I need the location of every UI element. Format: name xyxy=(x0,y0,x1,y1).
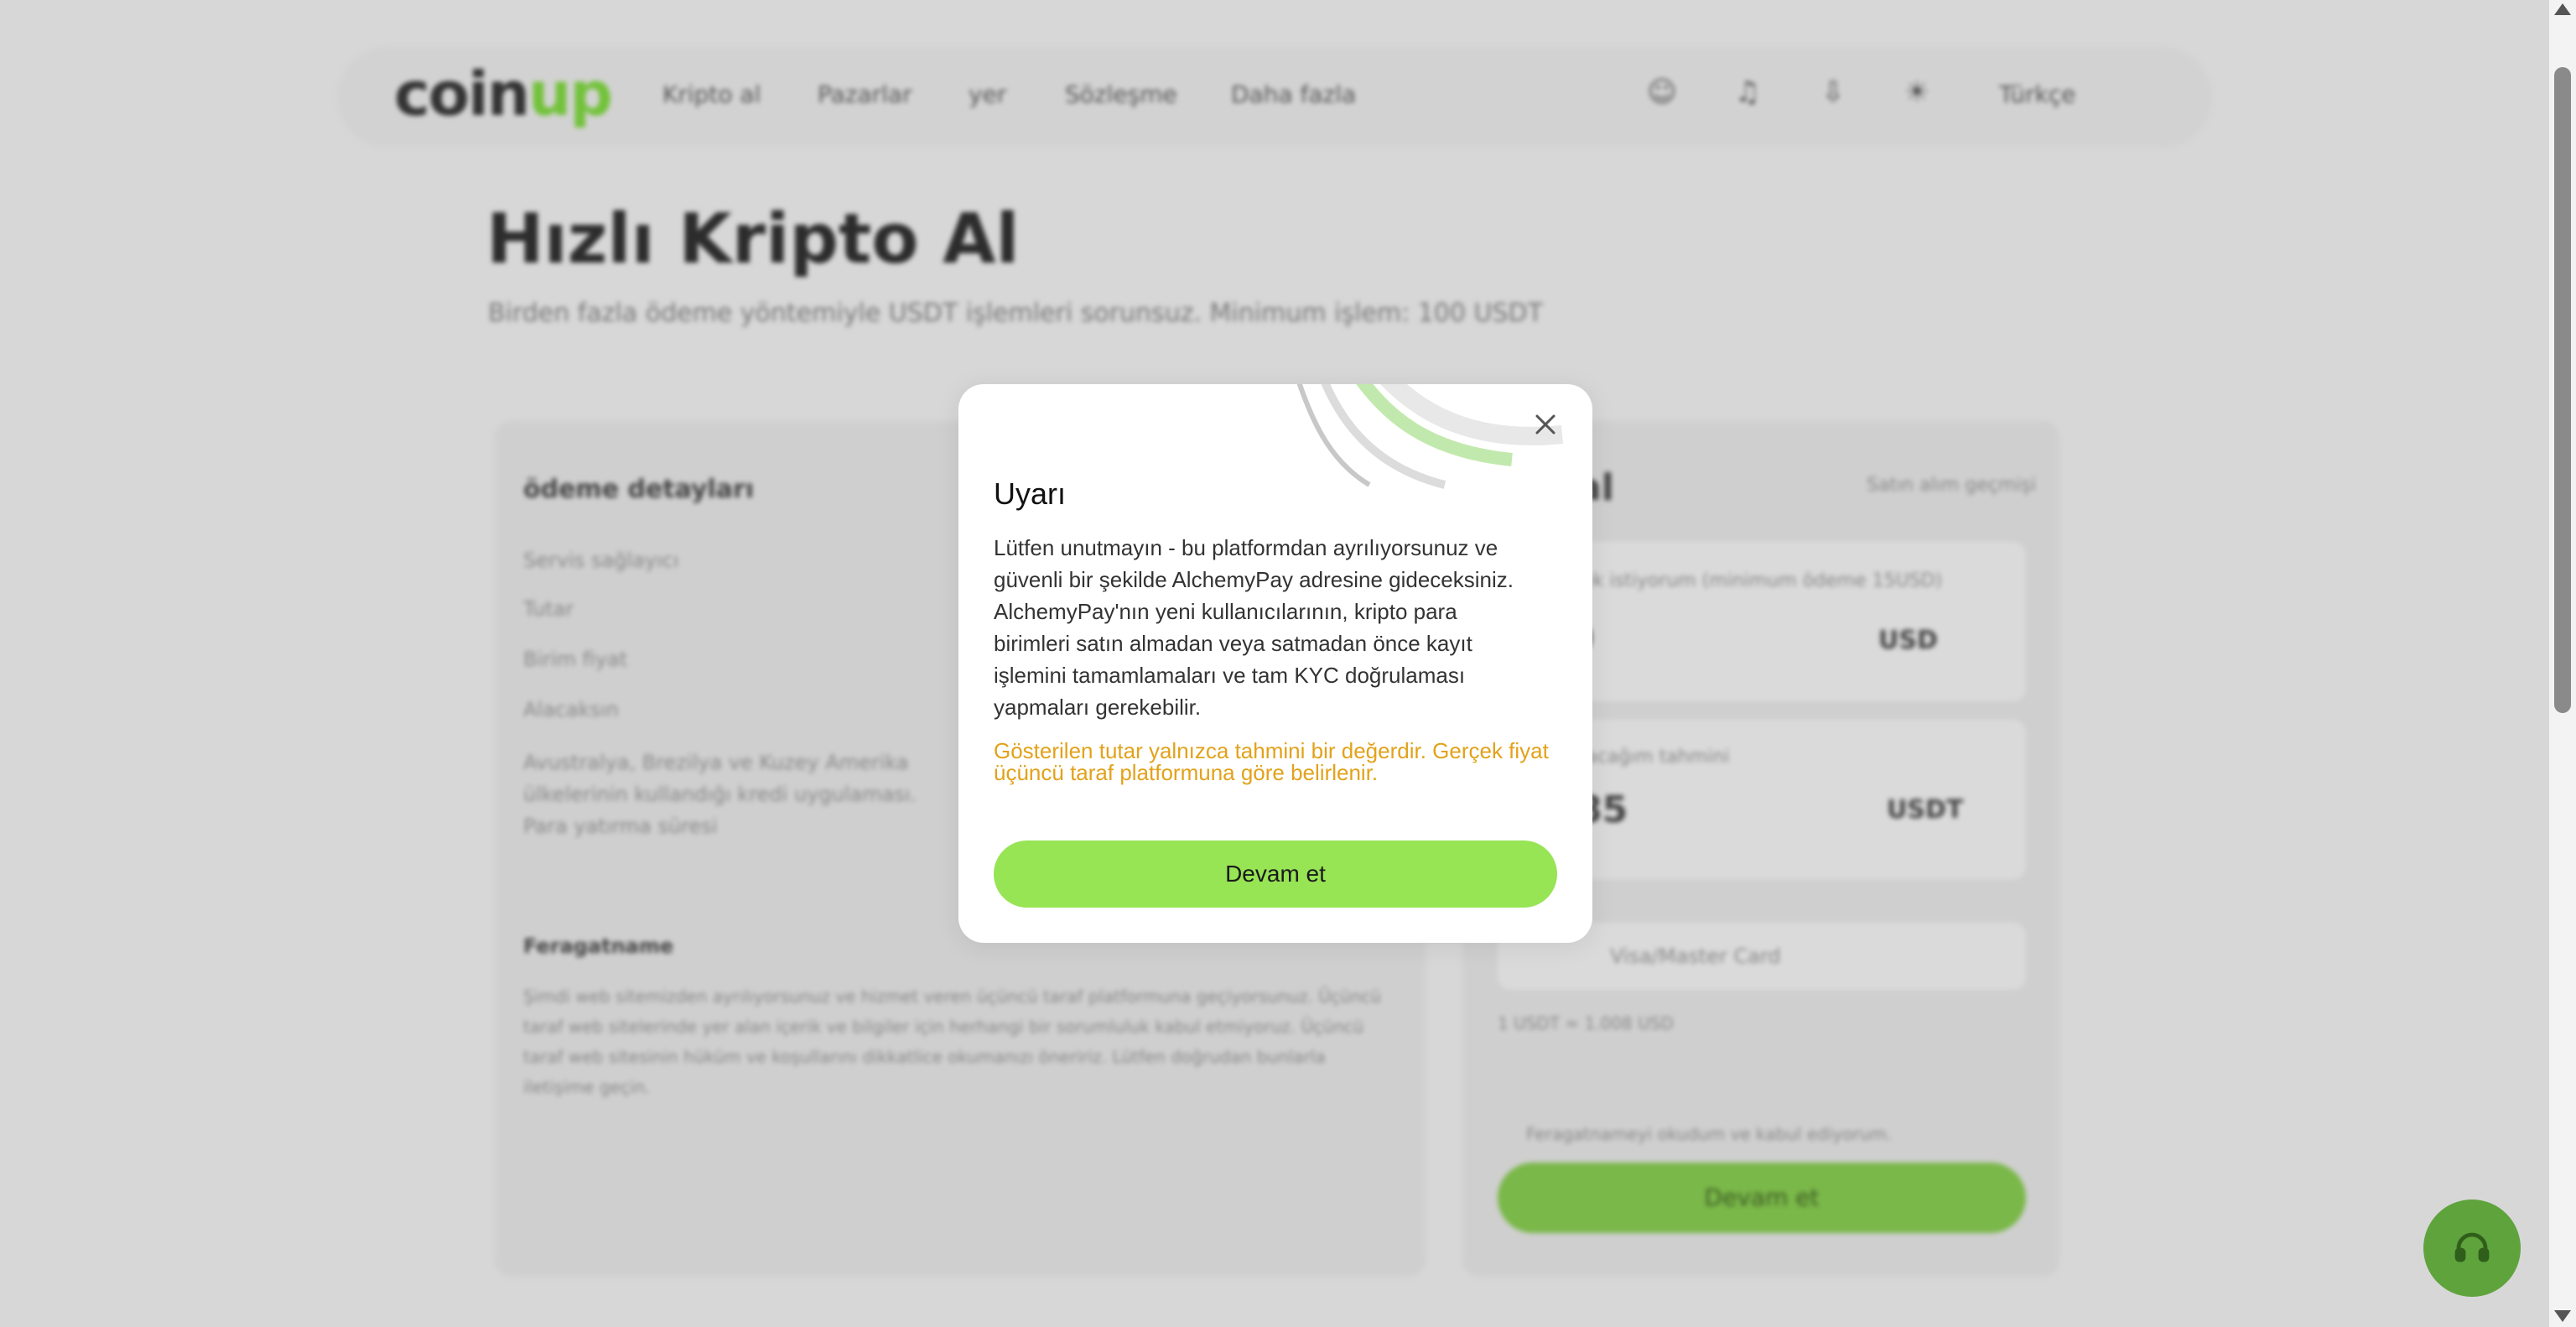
warning-dialog: Uyarı Lütfen unutmayın - bu platformdan … xyxy=(958,384,1592,943)
rate-text: 1 USDT ≈ 1.008 USD xyxy=(1498,1013,1674,1033)
close-icon xyxy=(1535,414,1555,435)
theme-icon[interactable]: ☀ xyxy=(1900,75,1934,109)
row-receive: Alacaksın xyxy=(523,698,619,721)
history-link[interactable]: Satın alım geçmişi xyxy=(1867,475,2036,496)
nav-buy-crypto[interactable]: Kripto al xyxy=(662,81,761,108)
page-title: Hızlı Kripto Al xyxy=(486,200,1020,279)
headset-icon xyxy=(2454,1232,2490,1262)
agree-text[interactable]: Feragatnameyi okudum ve kabul ediyorum. xyxy=(1526,1124,1892,1144)
row-unit-price: Birim fiyat xyxy=(523,648,628,671)
logo[interactable]: coinup xyxy=(394,59,613,129)
receive-currency[interactable]: USDT xyxy=(1887,795,1963,825)
nav-place[interactable]: yer xyxy=(969,81,1006,108)
payment-method: Visa/Master Card xyxy=(1610,945,1781,968)
scroll-down-arrow-icon[interactable] xyxy=(2554,1310,2571,1322)
language-selector[interactable]: Türkçe xyxy=(1999,81,2075,108)
nav-markets[interactable]: Pazarlar xyxy=(818,81,912,108)
scroll-up-arrow-icon[interactable] xyxy=(2554,3,2571,15)
close-button[interactable] xyxy=(1529,408,1562,441)
buy-continue-button[interactable]: Devam et xyxy=(1498,1163,2026,1233)
user-icon[interactable]: ☺ xyxy=(1645,75,1679,109)
dialog-warning: Gösterilen tutar yalnızca tahmini bir de… xyxy=(994,738,1549,785)
page-subtitle: Birden fazla ödeme yöntemiyle USDT işlem… xyxy=(488,299,1543,328)
disclaimer-heading: Feragatname xyxy=(523,934,674,958)
disclaimer-text: Şimdi web sitemizden ayrılıyorsunuz ve h… xyxy=(523,986,1381,1097)
nav-contract[interactable]: Sözleşme xyxy=(1065,81,1177,108)
payment-details-heading: ödeme detayları xyxy=(523,475,755,504)
continue-button[interactable]: Devam et xyxy=(994,840,1557,908)
row-provider: Servis sağlayıcı xyxy=(523,549,679,572)
row-amount: Tutar xyxy=(523,597,574,621)
bell-icon[interactable]: ♫ xyxy=(1731,75,1764,109)
pay-currency[interactable]: USD xyxy=(1878,626,1938,655)
dialog-title: Uyarı xyxy=(994,476,1067,511)
download-icon[interactable]: ⇩ xyxy=(1816,75,1850,109)
dialog-body: Lütfen unutmayın - bu platformdan ayrılı… xyxy=(994,535,1514,720)
region-note: Avustralya, Brezilya ve Kuzey Amerika ül… xyxy=(523,751,917,838)
nav-more[interactable]: Daha fazla xyxy=(1231,81,1356,108)
support-button[interactable] xyxy=(2423,1200,2521,1297)
scrollbar-thumb[interactable] xyxy=(2554,67,2571,713)
